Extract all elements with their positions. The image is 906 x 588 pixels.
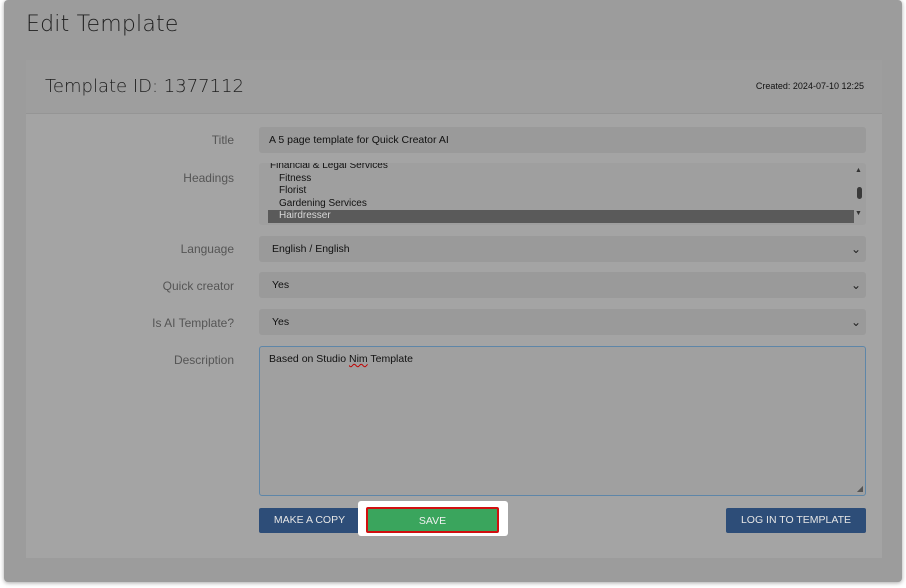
title-label: Title: [211, 133, 234, 147]
scrollbar-thumb[interactable]: [857, 187, 862, 199]
created-timestamp: Created: 2024-07-10 12:25: [755, 81, 864, 91]
language-value: English / English: [272, 243, 350, 255]
headings-scrollbar[interactable]: ▲ ▼: [852, 163, 866, 225]
headings-option[interactable]: Financial & Legal Services: [259, 163, 866, 173]
scroll-down-arrow-icon[interactable]: ▼: [855, 210, 862, 217]
description-misspelled-word: Nim: [348, 353, 368, 365]
modal-overlay-panel: Edit Template Template ID: 1377112 Creat…: [4, 0, 902, 582]
description-text-end: Template: [367, 353, 413, 365]
resize-grip-icon[interactable]: ◢: [857, 484, 863, 493]
description-label: Description: [173, 353, 234, 367]
headings-listbox[interactable]: Financial & Legal Services Fitness Flori…: [259, 163, 866, 225]
description-textarea[interactable]: Based on Studio Nim Template ◢: [259, 346, 866, 496]
chevron-down-icon: ⌄: [851, 242, 862, 256]
quick-creator-select[interactable]: Yes ⌄: [259, 272, 866, 298]
title-input[interactable]: A 5 page template for Quick Creator AI: [259, 127, 866, 153]
description-text-start: Based on Studio: [269, 353, 349, 365]
chevron-down-icon: ⌄: [851, 315, 862, 329]
headings-option-selected[interactable]: Hairdresser: [268, 210, 854, 223]
make-a-copy-button[interactable]: MAKE A COPY: [259, 508, 360, 533]
save-button[interactable]: SAVE: [366, 507, 499, 533]
language-select[interactable]: English / English ⌄: [259, 236, 866, 262]
template-id: Template ID: 1377112: [45, 76, 244, 97]
headings-option[interactable]: Florist: [259, 185, 866, 198]
is-ai-template-select[interactable]: Yes ⌄: [259, 309, 866, 335]
headings-option[interactable]: Gardening Services: [259, 198, 866, 211]
headings-label: Headings: [183, 171, 234, 185]
chevron-down-icon: ⌄: [851, 278, 862, 292]
is-ai-template-label: Is AI Template?: [152, 316, 234, 330]
language-label: Language: [180, 242, 234, 256]
page-title: Edit Template: [26, 12, 179, 37]
card-header: Template ID: 1377112 Created: 2024-07-10…: [26, 60, 882, 114]
headings-option[interactable]: Fitness: [259, 173, 866, 186]
log-in-to-template-button[interactable]: LOG IN TO TEMPLATE: [726, 508, 866, 533]
quick-creator-label: Quick creator: [162, 279, 234, 293]
scroll-up-arrow-icon[interactable]: ▲: [855, 167, 862, 174]
quick-creator-value: Yes: [272, 279, 290, 291]
template-card: Template ID: 1377112 Created: 2024-07-10…: [26, 60, 882, 558]
is-ai-template-value: Yes: [272, 316, 290, 328]
